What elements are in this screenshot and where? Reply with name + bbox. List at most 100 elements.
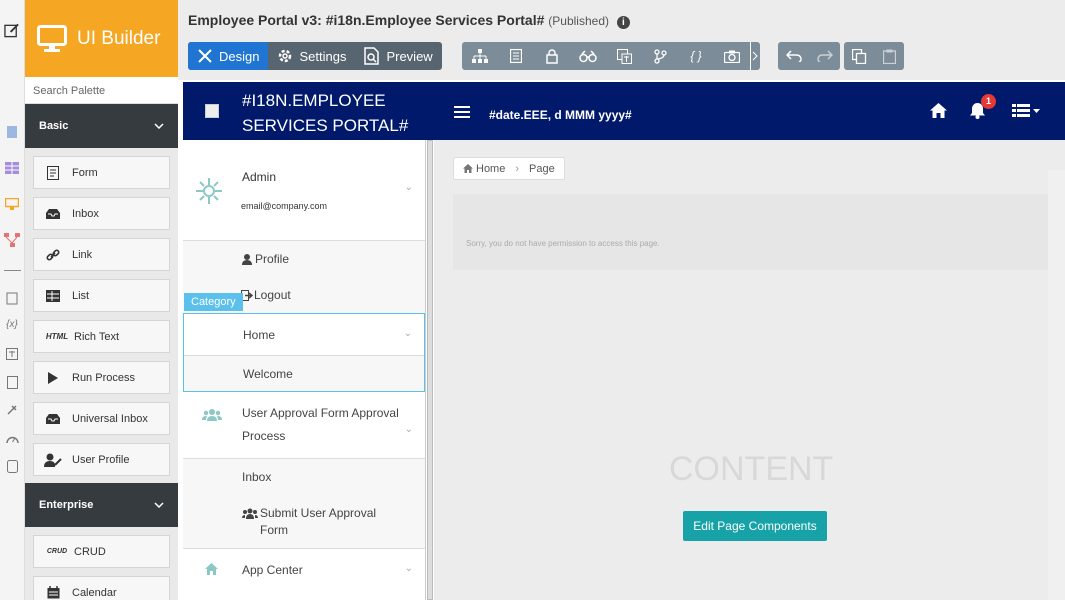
json-braces-icon[interactable]: { } bbox=[678, 42, 714, 70]
menu-home[interactable]: Home ⌄ bbox=[184, 314, 424, 355]
palette-item-form[interactable]: Form bbox=[33, 156, 170, 189]
palette-item-label: Universal Inbox bbox=[72, 412, 148, 425]
user-menu[interactable]: Admin email@company.com ⌄ bbox=[183, 140, 425, 241]
lock-icon[interactable] bbox=[534, 42, 570, 70]
category-enterprise[interactable]: Enterprise bbox=[25, 483, 178, 527]
html-icon: HTML bbox=[45, 332, 69, 341]
portal-sidebar: Admin email@company.com ⌄ Profile Logout… bbox=[183, 140, 433, 600]
menu-app-center-label: App Center bbox=[242, 563, 303, 577]
chevron-down-icon: ⌄ bbox=[404, 424, 413, 435]
menu-profile-label: Profile bbox=[255, 252, 290, 266]
palette-item-universal-inbox[interactable]: Universal Inbox bbox=[33, 402, 170, 435]
menu-inbox-label: Inbox bbox=[242, 469, 272, 484]
avatar-icon bbox=[195, 177, 223, 208]
menu-user-approval-label: User Approval Form Approval Process bbox=[242, 406, 399, 443]
tree-structure-icon[interactable] bbox=[462, 42, 498, 70]
breadcrumb-separator: › bbox=[515, 162, 520, 175]
sidebar-scrollbar[interactable] bbox=[427, 140, 433, 600]
breadcrumb: Home › Page bbox=[453, 157, 565, 180]
translate-icon[interactable] bbox=[606, 42, 642, 70]
variable-icon[interactable]: {x} bbox=[4, 316, 20, 332]
hamburger-icon[interactable] bbox=[454, 106, 470, 121]
note-icon[interactable] bbox=[4, 290, 20, 306]
script-icon[interactable] bbox=[4, 458, 20, 474]
monitor-icon[interactable] bbox=[4, 196, 20, 212]
brand-label: UI Builder bbox=[77, 27, 161, 49]
logout-icon bbox=[241, 289, 253, 301]
category-home[interactable]: Category Home ⌄ Welcome bbox=[183, 293, 425, 392]
inbox-icon bbox=[44, 206, 62, 222]
palette-item-label: CRUD bbox=[74, 545, 106, 558]
portal-navbar: #I18N.EMPLOYEE SERVICES PORTAL# #date.EE… bbox=[183, 82, 1065, 140]
paste-icon[interactable] bbox=[874, 42, 904, 70]
plugin-icon[interactable] bbox=[4, 402, 20, 418]
tab-preview[interactable]: Preview bbox=[355, 42, 441, 70]
translate-icon[interactable] bbox=[4, 346, 20, 362]
content-placeholder: CONTENT bbox=[669, 450, 834, 488]
home-icon bbox=[463, 164, 473, 173]
publish-status: (Published) bbox=[548, 14, 609, 28]
chevron-right-icon[interactable] bbox=[750, 42, 758, 70]
monitor-logo-icon bbox=[37, 24, 67, 52]
palette-item-label: List bbox=[72, 289, 90, 302]
design-canvas: #I18N.EMPLOYEE SERVICES PORTAL# #date.EE… bbox=[178, 80, 1065, 600]
broken-logo-icon bbox=[205, 104, 219, 118]
list-menu-icon[interactable] bbox=[1012, 104, 1042, 121]
properties-icon[interactable] bbox=[498, 42, 534, 70]
palette-item-label: Rich Text bbox=[74, 330, 120, 343]
main-content: Home › Page Sorry, you do not have permi… bbox=[434, 140, 1065, 600]
palette-item-rich-text[interactable]: HTML Rich Text bbox=[33, 320, 170, 353]
flow-icon[interactable] bbox=[4, 232, 20, 248]
tab-settings-label: Settings bbox=[299, 48, 347, 64]
calendar-icon bbox=[44, 585, 62, 600]
copy-icon[interactable] bbox=[844, 42, 874, 70]
chevron-down-icon: ⌄ bbox=[404, 182, 413, 193]
palette-item-crud[interactable]: CRUD CRUD bbox=[33, 535, 170, 568]
palette-item-inbox[interactable]: Inbox bbox=[33, 197, 170, 230]
palette-item-run-process[interactable]: Run Process bbox=[33, 361, 170, 394]
branch-icon[interactable] bbox=[642, 42, 678, 70]
palette-item-label: Inbox bbox=[72, 207, 99, 220]
palette-item-link[interactable]: Link bbox=[33, 238, 170, 271]
tab-design[interactable]: Design bbox=[188, 42, 269, 70]
notification-badge: 1 bbox=[981, 94, 996, 109]
page-icon[interactable] bbox=[4, 124, 20, 140]
app-brand: UI Builder bbox=[25, 0, 178, 77]
breadcrumb-home[interactable]: Home bbox=[476, 163, 505, 175]
dashboard-icon[interactable] bbox=[4, 430, 20, 446]
menu-submit-approval[interactable]: Submit User Approval Form bbox=[183, 494, 425, 548]
menu-welcome[interactable]: Welcome bbox=[184, 355, 424, 391]
tab-settings[interactable]: Settings bbox=[268, 42, 355, 70]
binoculars-icon[interactable] bbox=[570, 42, 606, 70]
redo-icon[interactable] bbox=[809, 42, 840, 70]
chevron-down-icon: ⌄ bbox=[403, 328, 412, 339]
table-icon[interactable] bbox=[4, 160, 20, 176]
menu-app-center[interactable]: App Center ⌄ bbox=[183, 548, 425, 591]
menu-profile[interactable]: Profile bbox=[183, 241, 425, 277]
palette-item-label: Form bbox=[72, 166, 98, 179]
palette-item-calendar[interactable]: Calendar bbox=[33, 576, 170, 600]
user-edit-icon bbox=[44, 452, 62, 468]
left-icon-rail: {x} bbox=[0, 0, 25, 600]
menu-user-approval[interactable]: User Approval Form Approval Process ⌄ bbox=[183, 392, 425, 458]
undo-icon[interactable] bbox=[778, 42, 809, 70]
tab-preview-label: Preview bbox=[386, 48, 433, 64]
edit-page-components-button[interactable]: Edit Page Components bbox=[683, 511, 827, 541]
menu-inbox[interactable]: Inbox bbox=[183, 458, 425, 494]
category-enterprise-label: Enterprise bbox=[39, 499, 94, 511]
palette-item-list[interactable]: List bbox=[33, 279, 170, 312]
category-basic[interactable]: Basic bbox=[25, 104, 178, 148]
edit-icon[interactable] bbox=[4, 22, 20, 38]
content-scrollbar[interactable] bbox=[1048, 170, 1065, 600]
camera-icon[interactable] bbox=[714, 42, 750, 70]
document-icon[interactable] bbox=[4, 374, 20, 390]
palette-item-user-profile[interactable]: User Profile bbox=[33, 443, 170, 476]
undo-redo-group bbox=[778, 42, 840, 70]
gear-icon bbox=[279, 49, 292, 63]
palette-search-input[interactable]: Search Palette bbox=[25, 77, 178, 104]
home-icon[interactable] bbox=[930, 103, 947, 121]
toolbar-tools: { } bbox=[462, 42, 760, 70]
chevron-down-icon bbox=[154, 502, 164, 508]
info-icon[interactable]: i bbox=[616, 16, 630, 29]
palette-item-label: User Profile bbox=[72, 453, 130, 466]
